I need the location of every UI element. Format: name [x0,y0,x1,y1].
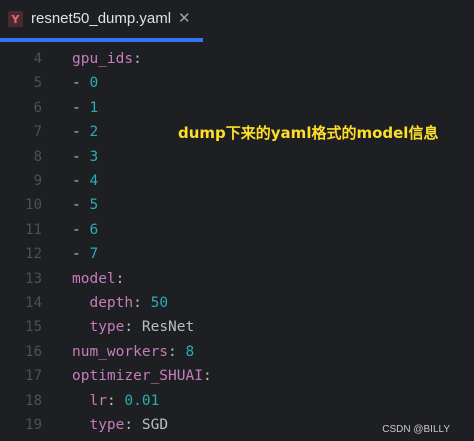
yaml-value: SGD [141,417,169,433]
line-number: 12 [25,246,42,263]
yaml-key: model [72,270,116,287]
code-line[interactable]: 17 optimizer_SHUAI: [0,364,474,388]
yaml-separator: - [72,124,90,141]
yaml-value: 0.01 [124,392,160,409]
yaml-value: 8 [185,343,195,360]
line-number: 15 [25,319,42,336]
tab-title: resnet50_dump.yaml [31,10,172,27]
line-number: 19 [25,417,42,433]
yaml-value: 4 [89,173,99,189]
yaml-value: 50 [150,295,169,311]
code-line[interactable]: 9 - 4 [0,169,474,193]
code-text: num_workers: 8 [72,340,194,364]
code-line[interactable]: 12 - 7 [0,242,474,266]
yaml-separator: : [115,270,125,287]
code-text: - 4 [72,169,98,193]
yaml-separator: : [124,417,142,433]
line-number: 18 [25,392,42,409]
yaml-file-icon: Y [8,11,23,27]
annotation-text: dump下来的yaml格式的model信息 [178,124,439,142]
line-number: 4 [33,51,42,67]
code-text: gpu_ids: [72,47,142,71]
code-line[interactable]: 15 type: ResNet [0,315,474,339]
close-icon[interactable]: ✕ [178,9,191,27]
code-text: - 6 [72,218,98,242]
line-number: 9 [33,173,42,189]
code-line[interactable]: 11 - 6 [0,218,474,242]
code-line[interactable]: 18 lr: 0.01 [0,389,474,413]
yaml-value: ResNet [141,319,195,336]
code-line[interactable]: 6 - 1 [0,96,474,120]
line-number: 8 [33,148,42,165]
code-text: - 1 [72,96,98,120]
line-number: 11 [25,221,42,238]
code-text: - 0 [72,71,98,95]
yaml-value: 0 [89,75,99,92]
yaml-key: depth [89,295,134,311]
yaml-value: 2 [89,124,99,141]
code-line[interactable]: 13 model: [0,267,474,291]
code-text: model: [72,267,124,291]
yaml-key: type [89,319,125,336]
yaml-value: 3 [89,148,99,165]
code-text: lr: 0.01 [72,389,159,413]
yaml-separator: : [168,343,186,360]
active-tab-indicator [0,38,203,42]
line-number: 13 [25,270,42,287]
code-text: type: SGD [72,413,168,437]
code-text: - 5 [72,193,98,217]
line-number: 7 [33,124,42,141]
yaml-key: num_workers [72,343,169,360]
yaml-key: optimizer_SHUAI [72,368,203,385]
yaml-separator: - [72,173,90,189]
line-number: 5 [33,75,42,92]
code-line[interactable]: 14 depth: 50 [0,291,474,315]
yaml-separator: : [202,368,212,385]
code-line[interactable]: 10 - 5 [0,193,474,217]
yaml-key: lr [89,392,107,409]
yaml-value: 7 [89,246,99,263]
code-line[interactable]: 5 - 0 [0,71,474,95]
yaml-separator: - [72,221,90,238]
line-number: 10 [25,197,42,214]
yaml-separator: : [124,319,142,336]
yaml-value: 6 [89,221,99,238]
yaml-key: gpu_ids [72,51,134,67]
yaml-separator: - [72,197,90,214]
editor-tab-bar: Y resnet50_dump.yaml ✕ [0,0,474,44]
line-number: 14 [25,295,42,311]
watermark: CSDN @BILLY [382,424,450,435]
code-line[interactable]: 16 num_workers: 8 [0,340,474,364]
code-text: - 2 [72,120,98,144]
yaml-value: 1 [89,99,99,116]
code-text: optimizer_SHUAI: [72,364,212,388]
yaml-separator: : [133,51,142,67]
code-text: - 3 [72,145,98,169]
yaml-separator: - [72,246,90,263]
code-text: - 7 [72,242,98,266]
yaml-value: 5 [89,197,99,214]
yaml-separator: - [72,75,90,92]
yaml-separator: : [133,295,151,311]
code-line[interactable]: 8 - 3 [0,145,474,169]
code-line[interactable]: 4 gpu_ids: [0,47,474,71]
code-editor[interactable]: 4 gpu_ids: 5- 06- 17- 28- 39- 4 10- 5 11- 61… [0,44,474,441]
code-text: depth: 50 [72,291,168,315]
line-number: 16 [25,343,42,360]
line-number: 17 [25,368,42,385]
line-number: 6 [33,99,42,116]
tab-resnet50-dump-yaml[interactable]: Y resnet50_dump.yaml ✕ [0,0,203,40]
yaml-separator: - [72,99,90,116]
yaml-key: type [89,417,125,433]
code-text: type: ResNet [72,315,194,339]
yaml-separator: : [106,392,125,409]
yaml-separator: - [72,148,90,165]
